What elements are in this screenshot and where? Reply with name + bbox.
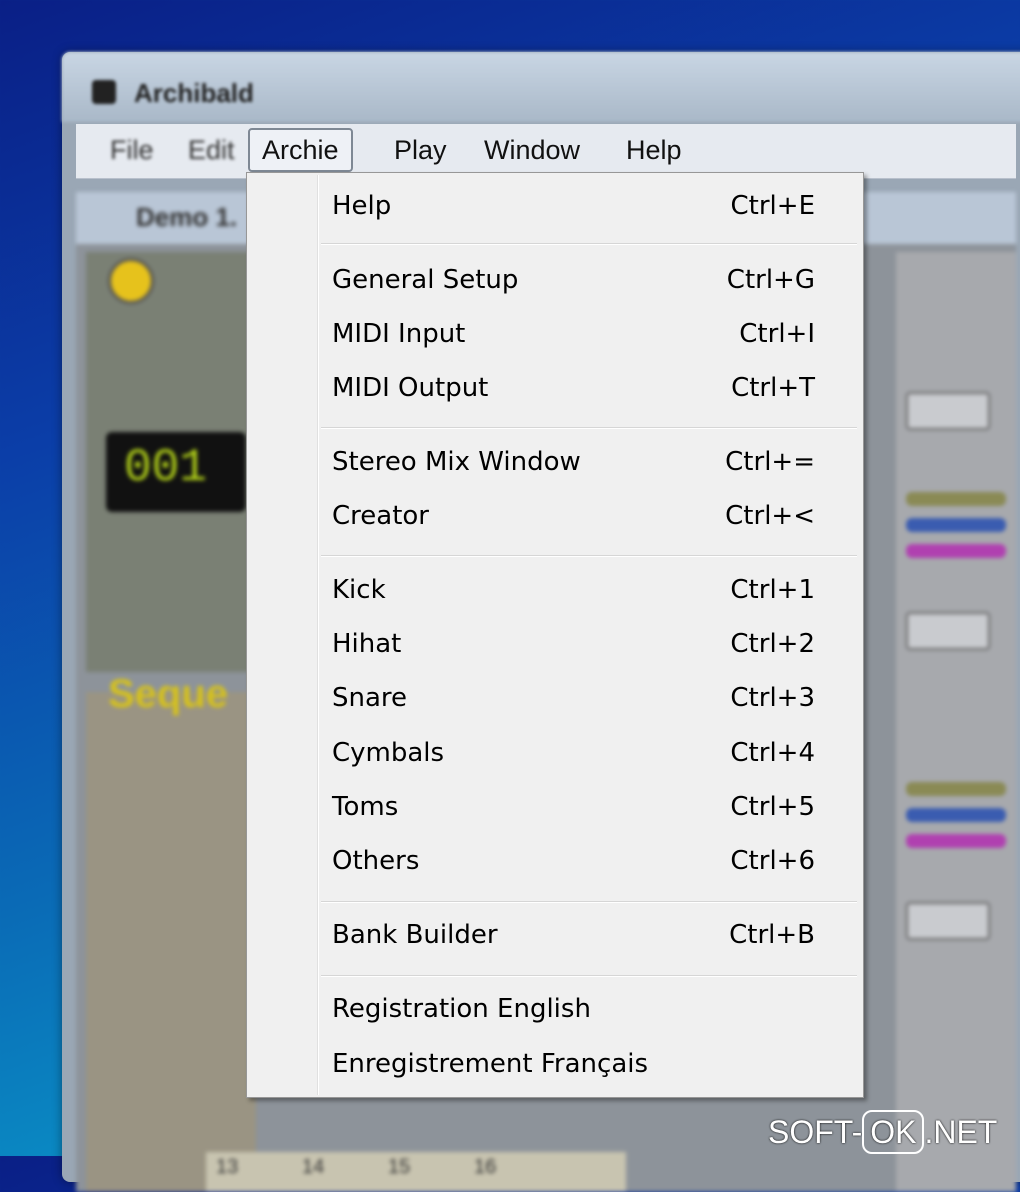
menu-item-snare[interactable]: Snare Ctrl+3 (251, 673, 859, 723)
menu-item-shortcut: Ctrl+2 (730, 629, 815, 659)
menu-item-shortcut: Ctrl+G (726, 265, 815, 295)
menu-item-midi-output[interactable]: MIDI Output Ctrl+T (251, 363, 859, 413)
menu-item-midi-input[interactable]: MIDI Input Ctrl+I (251, 309, 859, 359)
file-line (906, 808, 1006, 822)
menu-separator (321, 975, 857, 977)
archie-dropdown-menu: Help Ctrl+E General Setup Ctrl+G MIDI In… (246, 172, 864, 1098)
copy-button[interactable] (906, 392, 990, 430)
app-icon (92, 80, 116, 104)
watermark-suffix: .NET (924, 1114, 998, 1150)
app-title: Archibald (134, 78, 254, 108)
menu-item-label: Snare (332, 683, 408, 713)
file-line (906, 782, 1006, 796)
menu-separator (321, 555, 857, 557)
menu-item-shortcut: Ctrl+B (729, 920, 815, 950)
menu-item-bank-builder[interactable]: Bank Builder Ctrl+B (251, 910, 859, 960)
watermark-prefix: SOFT- (768, 1114, 863, 1150)
document-title: Demo 1. (136, 202, 238, 232)
menu-item-label: Hihat (332, 629, 402, 659)
menu-play[interactable]: Play (380, 130, 461, 170)
menu-item-label: Enregistrement Français (332, 1049, 649, 1079)
file-line (906, 518, 1006, 532)
menu-item-label: Kick (332, 575, 386, 605)
menu-file[interactable]: File (96, 130, 168, 170)
watermark-boxed: OK (862, 1110, 925, 1154)
sequencer-panel (86, 692, 256, 1192)
menu-item-general-setup[interactable]: General Setup Ctrl+G (251, 255, 859, 305)
menubar: File Edit Archie Play Window Help (76, 124, 1016, 179)
menu-item-label: Stereo Mix Window (332, 447, 581, 477)
app-titlebar: Archibald (62, 52, 1020, 122)
menu-item-shortcut: Ctrl+< (725, 501, 815, 531)
file-line (906, 544, 1006, 558)
power-led-icon (108, 258, 154, 304)
menu-separator (321, 243, 857, 245)
menu-item-registration-english[interactable]: Registration English (251, 984, 859, 1034)
menu-item-shortcut: Ctrl+I (739, 319, 815, 349)
sequencer-label: Seque (108, 672, 229, 716)
menu-item-label: Others (332, 846, 420, 876)
menu-item-creator[interactable]: Creator Ctrl+< (251, 491, 859, 541)
menu-item-shortcut: Ctrl+6 (730, 846, 815, 876)
menu-item-label: Registration English (332, 994, 591, 1024)
menu-window[interactable]: Window (470, 130, 594, 170)
menu-item-enregistrement-francais[interactable]: Enregistrement Français (251, 1039, 859, 1089)
menu-item-stereo-mix-window[interactable]: Stereo Mix Window Ctrl+= (251, 437, 859, 487)
menu-item-label: General Setup (332, 265, 519, 295)
menu-archie[interactable]: Archie (248, 128, 353, 172)
menu-item-help[interactable]: Help Ctrl+E (251, 181, 859, 231)
menu-item-label: MIDI Input (332, 319, 466, 349)
menu-item-label: Bank Builder (332, 920, 498, 950)
menu-item-shortcut: Ctrl+4 (730, 738, 815, 768)
menu-item-shortcut: Ctrl+= (725, 447, 815, 477)
menu-edit[interactable]: Edit (174, 130, 249, 170)
menu-item-label: Creator (332, 501, 429, 531)
menu-item-shortcut: Ctrl+5 (730, 792, 815, 822)
menu-item-toms[interactable]: Toms Ctrl+5 (251, 782, 859, 832)
menu-item-label: MIDI Output (332, 373, 489, 403)
menu-item-cymbals[interactable]: Cymbals Ctrl+4 (251, 728, 859, 778)
menu-item-others[interactable]: Others Ctrl+6 (251, 836, 859, 886)
menu-item-shortcut: Ctrl+E (730, 191, 815, 221)
counter-value: 001 (124, 442, 207, 494)
menu-item-label: Toms (332, 792, 399, 822)
menu-separator (321, 427, 857, 429)
menu-help[interactable]: Help (612, 130, 696, 170)
copy-button[interactable] (906, 902, 990, 940)
menu-item-label: Cymbals (332, 738, 445, 768)
menu-item-hihat[interactable]: Hihat Ctrl+2 (251, 619, 859, 669)
menu-item-kick[interactable]: Kick Ctrl+1 (251, 565, 859, 615)
copy-button[interactable] (906, 612, 990, 650)
menu-item-shortcut: Ctrl+3 (730, 683, 815, 713)
step-number: 15 (388, 1156, 411, 1178)
menu-item-label: Help (332, 191, 392, 221)
file-line (906, 492, 1006, 506)
step-strip: 13 14 15 16 (206, 1152, 626, 1192)
watermark: SOFT- OK .NET (768, 1108, 997, 1156)
menu-item-shortcut: Ctrl+1 (730, 575, 815, 605)
menu-separator (321, 901, 857, 903)
file-line (906, 834, 1006, 848)
menu-item-shortcut: Ctrl+T (731, 373, 815, 403)
step-number: 14 (302, 1156, 325, 1178)
step-number: 16 (474, 1156, 497, 1178)
step-number: 13 (216, 1156, 239, 1178)
